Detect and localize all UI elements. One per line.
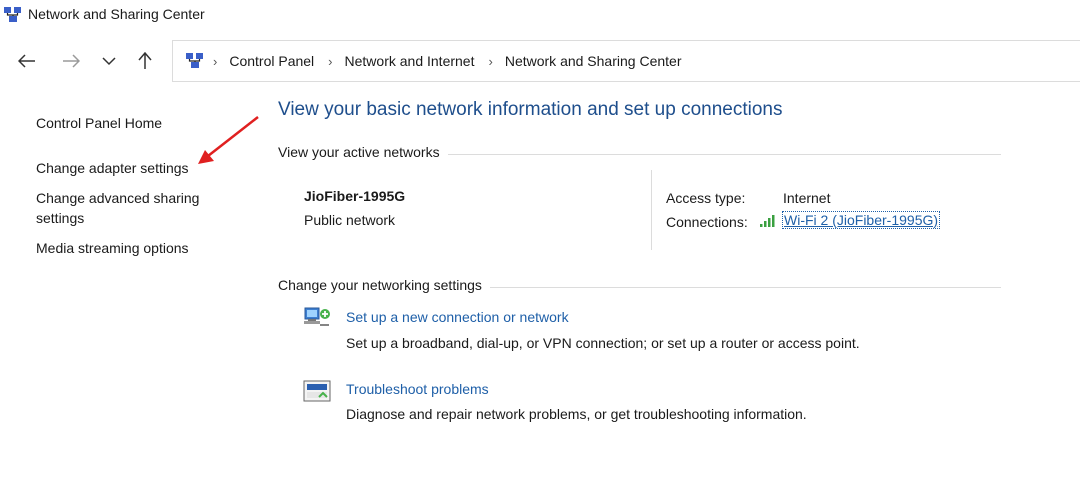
wifi-signal-icon — [760, 215, 775, 227]
sidebar-item-advanced-sharing-line1[interactable]: Change advanced sharing — [36, 188, 199, 208]
setup-new-connection-link[interactable]: Set up a new connection or network — [346, 309, 569, 325]
address-bar[interactable]: › Control Panel › Network and Internet ›… — [172, 40, 1080, 82]
access-type-value: Internet — [783, 190, 831, 206]
sidebar-item-control-panel-home[interactable]: Control Panel Home — [36, 113, 162, 133]
connection-link[interactable]: Wi-Fi 2 (JioFiber-1995G) — [781, 211, 941, 229]
forward-button[interactable] — [58, 48, 84, 74]
chevron-down-icon — [102, 56, 116, 65]
connections-label: Connections: — [666, 214, 748, 230]
divider — [651, 170, 652, 250]
troubleshoot-problems-link[interactable]: Troubleshoot problems — [346, 381, 489, 397]
forward-arrow-icon — [63, 54, 80, 68]
window-title: Network and Sharing Center — [28, 6, 205, 22]
active-networks-header: View your active networks — [278, 144, 448, 160]
new-connection-icon — [304, 307, 330, 326]
troubleshoot-problems-description: Diagnose and repair network problems, or… — [346, 406, 807, 422]
recent-locations-button[interactable] — [96, 48, 122, 74]
breadcrumb: › Control Panel › Network and Internet ›… — [213, 41, 695, 81]
networking-settings-header: Change your networking settings — [278, 277, 490, 293]
breadcrumb-network-and-internet[interactable]: Network and Internet — [345, 53, 475, 69]
breadcrumb-control-panel[interactable]: Control Panel — [229, 53, 314, 69]
title-bar: Network and Sharing Center — [0, 0, 1080, 30]
sidebar-item-advanced-sharing-line2[interactable]: settings — [36, 208, 84, 228]
chevron-right-icon: › — [488, 53, 493, 69]
chevron-right-icon: › — [213, 53, 218, 69]
chevron-right-icon: › — [328, 53, 333, 69]
breadcrumb-network-sharing-center[interactable]: Network and Sharing Center — [505, 53, 682, 69]
troubleshoot-icon — [303, 380, 331, 402]
back-button[interactable] — [14, 48, 40, 74]
annotation-arrow-icon — [198, 116, 259, 164]
page-title: View your basic network information and … — [278, 99, 783, 120]
sidebar-item-media-streaming[interactable]: Media streaming options — [36, 238, 189, 258]
back-arrow-icon — [18, 54, 35, 68]
network-center-icon — [4, 7, 21, 22]
network-center-icon — [186, 53, 203, 68]
sidebar-item-change-adapter-settings[interactable]: Change adapter settings — [36, 158, 189, 178]
up-button[interactable] — [132, 48, 158, 74]
network-name: JioFiber-1995G — [304, 188, 406, 204]
setup-new-connection-description: Set up a broadband, dial-up, or VPN conn… — [346, 335, 860, 351]
network-category[interactable]: Public network — [304, 212, 395, 228]
access-type-label: Access type: — [666, 190, 746, 206]
up-arrow-icon — [138, 52, 152, 69]
